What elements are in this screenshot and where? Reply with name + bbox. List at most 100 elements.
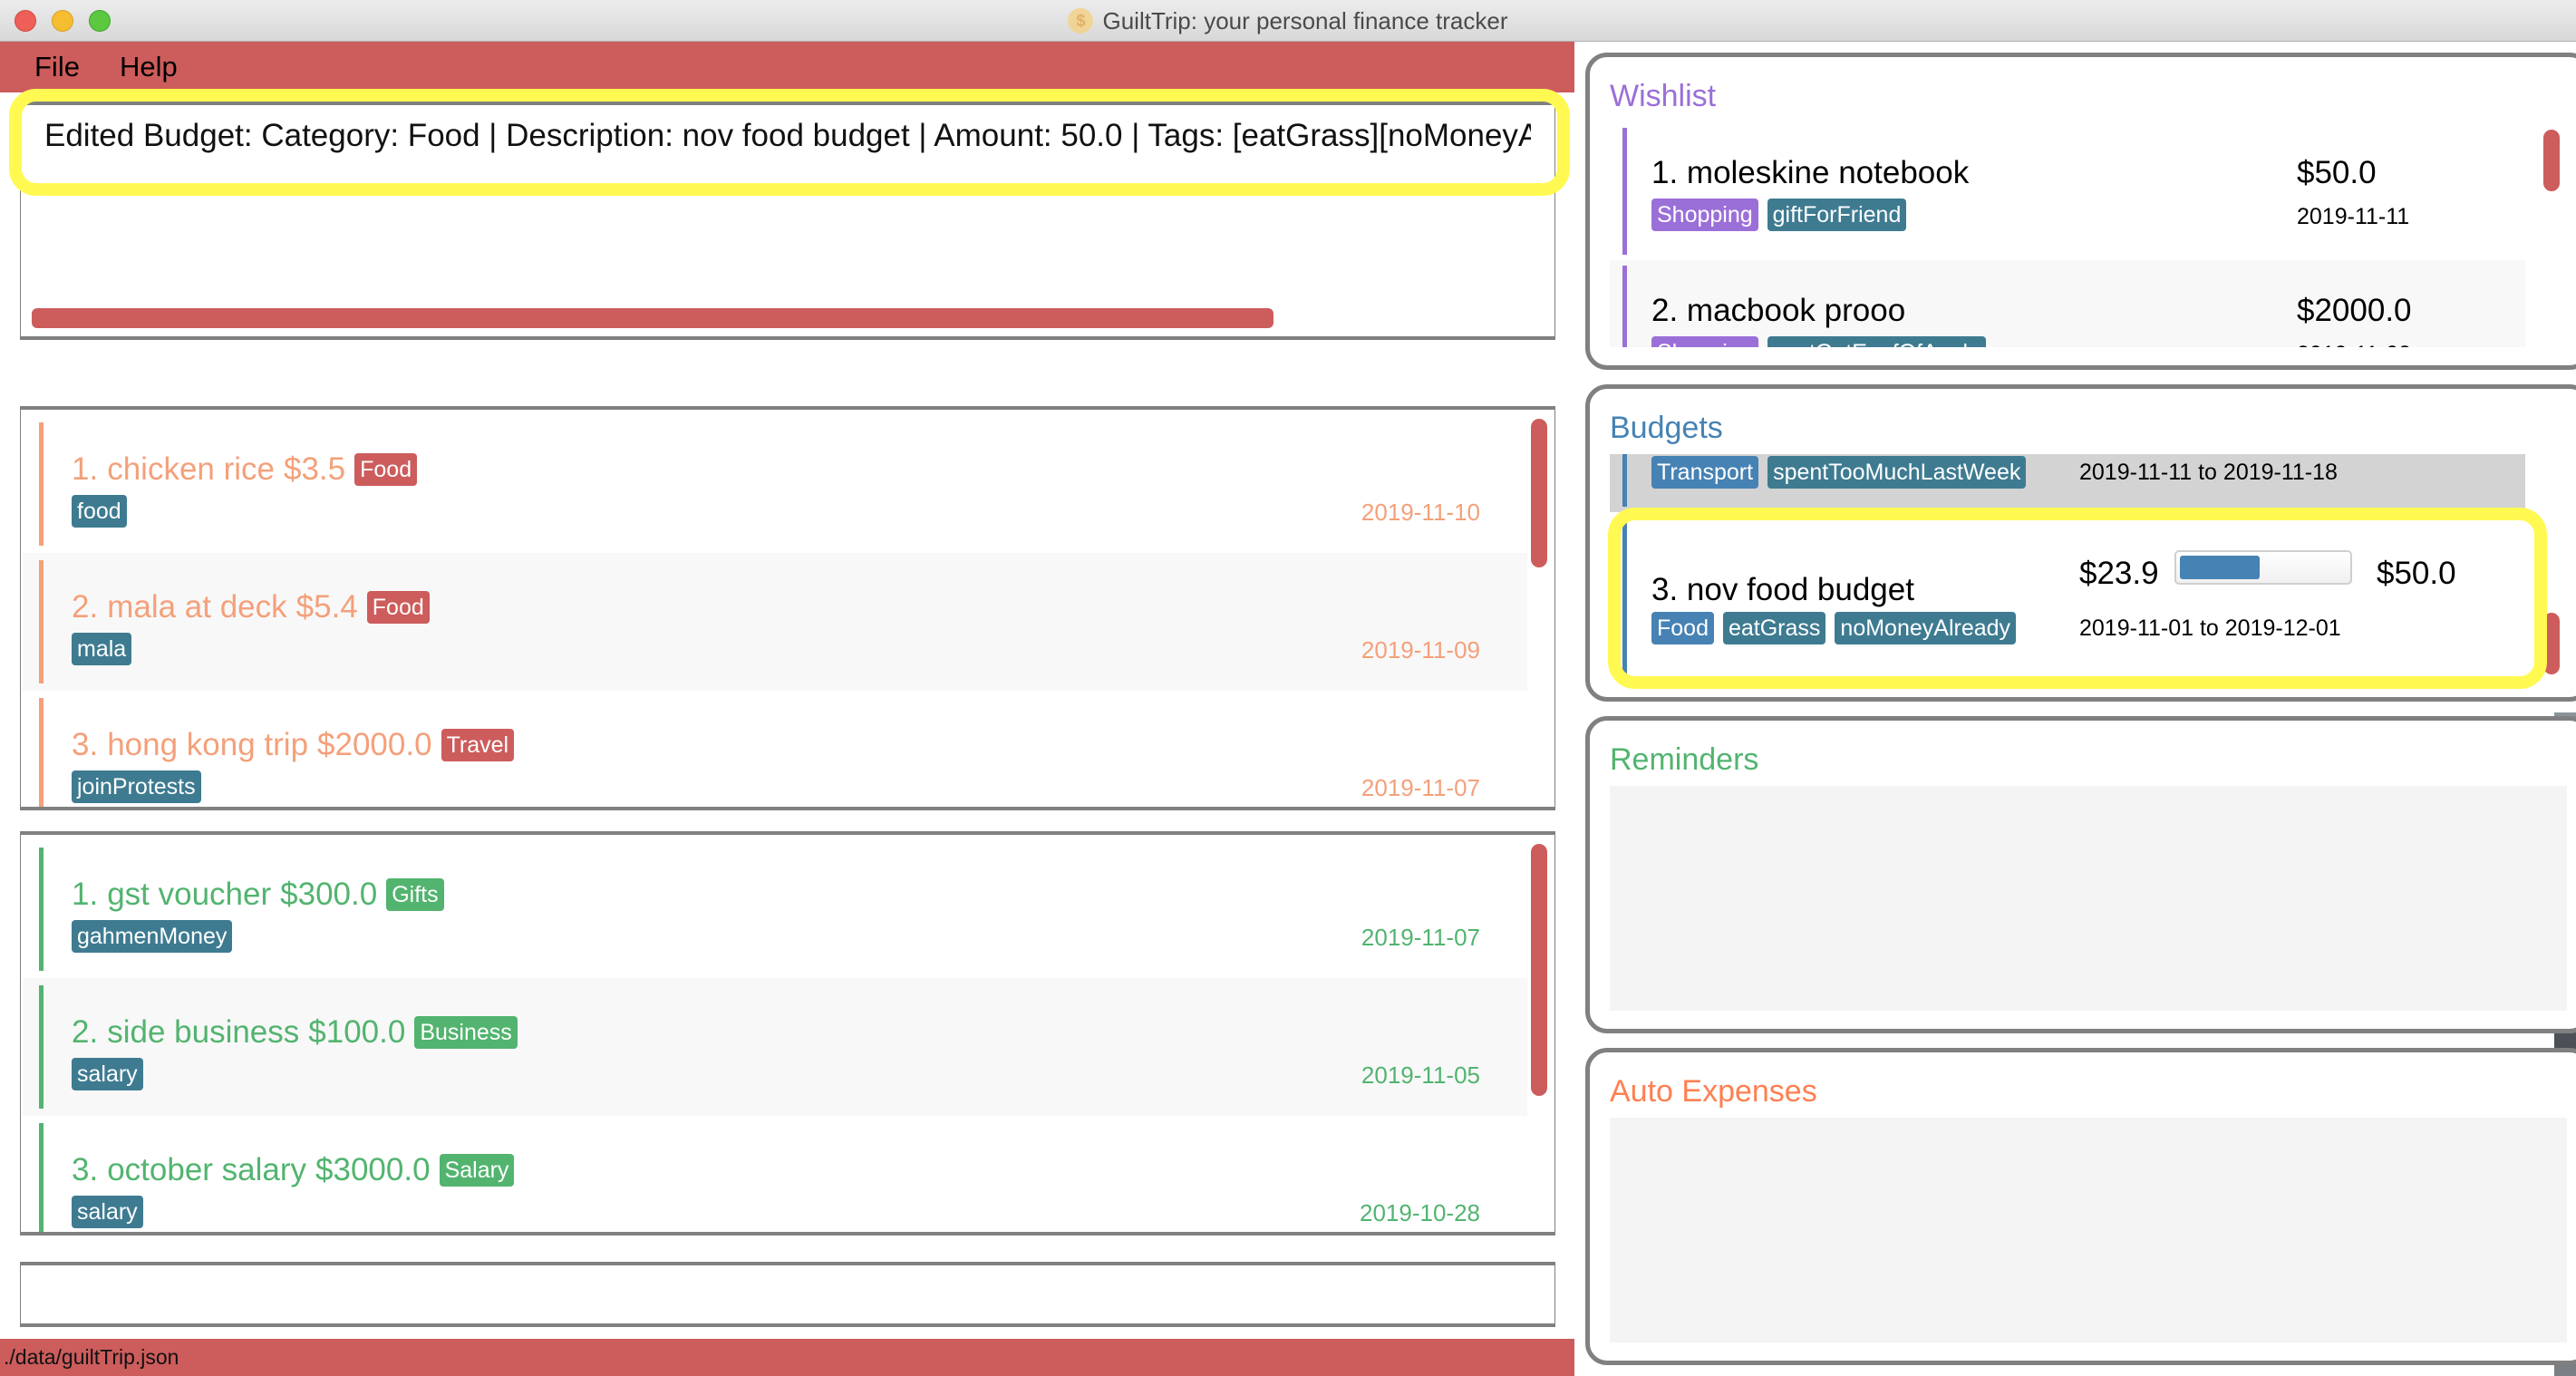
expense-description: chicken rice xyxy=(107,451,275,487)
category-badge: Shopping xyxy=(1651,336,1758,347)
wishlist-item[interactable]: 2. macbook prooo Shopping cantGetEnufOfA… xyxy=(1610,260,2525,347)
income-date: 2019-10-28 xyxy=(1360,1199,1480,1226)
wishlist-item-date: 2019-11-08 xyxy=(2297,342,2442,347)
budgets-scrollbar[interactable] xyxy=(2543,613,2560,674)
income-index: 1. xyxy=(72,877,99,912)
window-title-group: $ GuiltTrip: your personal finance track… xyxy=(0,0,2576,42)
income-list-scrollbar[interactable] xyxy=(1531,844,1547,1096)
income-item[interactable]: 3. october salary $3000.0 Salary salary … xyxy=(23,1116,1527,1232)
wishlist-item-name: 2. macbook prooo xyxy=(1651,293,1906,328)
menu-bar: File Help xyxy=(0,42,1574,92)
budget-progress-fill xyxy=(2180,556,2260,579)
wishlist-accent-bar xyxy=(1622,266,1627,347)
auto-expenses-list xyxy=(1610,1118,2567,1342)
tag-badge: salary xyxy=(72,1196,143,1228)
menu-file[interactable]: File xyxy=(34,51,80,83)
income-index: 2. xyxy=(72,1014,99,1050)
income-tags: salary xyxy=(72,1058,143,1090)
income-accent-bar xyxy=(39,1123,44,1232)
tag-badge: spentTooMuchLastWeek xyxy=(1767,456,2027,489)
income-item[interactable]: 1. gst voucher $300.0 Gifts gahmenMoney … xyxy=(23,840,1527,978)
income-tags: gahmenMoney xyxy=(72,920,233,953)
result-message: Edited Budget: Category: Food | Descript… xyxy=(44,118,1531,153)
wishlist-item-tags: Shopping giftForFriend xyxy=(1651,199,1907,231)
expense-index: 3. xyxy=(72,727,99,762)
title-bar: $ GuiltTrip: your personal finance track… xyxy=(0,0,2576,42)
income-amount: $100.0 xyxy=(308,1014,406,1050)
reminders-list xyxy=(1610,786,2567,1011)
wishlist-item-amount: $2000.0 xyxy=(2297,293,2412,328)
expense-list-scrollbar[interactable] xyxy=(1531,419,1547,567)
budget-accent-bar xyxy=(1622,521,1627,673)
budget-accent-bar xyxy=(1622,454,1627,507)
tag-badge: eatGrass xyxy=(1722,612,1826,644)
expense-amount: $5.4 xyxy=(295,589,358,625)
income-description: gst voucher xyxy=(107,877,272,912)
expense-tags: joinProtests xyxy=(72,770,201,803)
income-item[interactable]: 2. side business $100.0 Business salary … xyxy=(23,978,1527,1116)
expense-date: 2019-11-07 xyxy=(1361,774,1480,801)
income-description: october salary xyxy=(107,1152,307,1187)
category-badge: Shopping xyxy=(1651,199,1758,231)
income-accent-bar xyxy=(39,848,44,971)
budget-item[interactable]: 3. nov food budget $23.9 $50.0 Food eatG… xyxy=(1610,516,2525,679)
budget-limit: $50.0 xyxy=(2377,556,2456,591)
wishlist-item-tags: Shopping cantGetEnufOfApple xyxy=(1651,336,1986,347)
tag-badge: giftForFriend xyxy=(1767,199,1907,231)
expense-index: 1. xyxy=(72,451,99,487)
result-display: Edited Budget: Category: Food | Descript… xyxy=(20,102,1555,340)
category-badge: Food xyxy=(354,453,418,486)
tag-badge: noMoneyAlready xyxy=(1835,612,2017,644)
category-badge: Transport xyxy=(1651,456,1759,489)
expense-list: 1. chicken rice $3.5 Food food 2019-11-1… xyxy=(20,406,1555,810)
wishlist-item-amount: $50.0 xyxy=(2297,155,2377,190)
income-date: 2019-11-07 xyxy=(1361,924,1480,951)
auto-expenses-title: Auto Expenses xyxy=(1610,1074,1817,1109)
expense-item[interactable]: 3. hong kong trip $2000.0 Travel joinPro… xyxy=(23,691,1527,807)
category-badge: Gifts xyxy=(386,878,444,911)
category-badge: Business xyxy=(414,1016,518,1049)
income-date: 2019-11-05 xyxy=(1361,1061,1480,1089)
tag-badge: salary xyxy=(72,1058,143,1090)
tag-badge: food xyxy=(72,495,127,528)
income-index: 3. xyxy=(72,1152,99,1187)
budget-spent: $23.9 xyxy=(2079,556,2159,591)
expense-item[interactable]: 1. chicken rice $3.5 Food food 2019-11-1… xyxy=(23,415,1527,553)
income-accent-bar xyxy=(39,985,44,1109)
budgets-panel: Budgets Transport spentTooMuchLastWeek 2… xyxy=(1585,384,2576,702)
expense-amount: $3.5 xyxy=(284,451,346,487)
result-horizontal-scrollbar[interactable] xyxy=(32,308,1273,328)
tag-badge: mala xyxy=(72,633,132,665)
budget-item-name: 3. nov food budget xyxy=(1651,572,1914,607)
expense-index: 2. xyxy=(72,589,99,625)
budget-period: 2019-11-11 to 2019-11-18 xyxy=(2079,460,2338,485)
wishlist-scrollbar[interactable] xyxy=(2543,130,2560,191)
wishlist-title: Wishlist xyxy=(1610,79,1717,113)
save-file-path: ./data/guiltTrip.json xyxy=(4,1345,179,1369)
coin-icon: $ xyxy=(1068,8,1094,34)
wishlist-item-name: 1. moleskine notebook xyxy=(1651,155,1970,190)
expense-accent-bar xyxy=(39,422,44,546)
expense-description: mala at deck xyxy=(107,589,287,625)
budgets-list: Transport spentTooMuchLastWeek 2019-11-1… xyxy=(1610,454,2567,679)
expense-tags: food xyxy=(72,495,127,528)
reminders-panel: Reminders xyxy=(1585,716,2576,1033)
main-pane: File Help Edited Budget: Category: Food … xyxy=(0,42,1574,1376)
category-badge: Salary xyxy=(439,1154,515,1187)
command-input[interactable] xyxy=(21,1265,1554,1323)
income-amount: $3000.0 xyxy=(315,1152,431,1187)
wishlist-panel: Wishlist 1. moleskine notebook Shopping … xyxy=(1585,53,2576,370)
window-title: GuiltTrip: your personal finance tracker xyxy=(1102,6,1508,34)
expense-accent-bar xyxy=(39,560,44,683)
budget-item-tags: Transport spentTooMuchLastWeek xyxy=(1651,456,2027,489)
wishlist-item[interactable]: 1. moleskine notebook Shopping giftForFr… xyxy=(1610,122,2525,260)
expense-amount: $2000.0 xyxy=(317,727,432,762)
expense-item[interactable]: 2. mala at deck $5.4 Food mala 2019-11-0… xyxy=(23,553,1527,691)
income-list: 1. gst voucher $300.0 Gifts gahmenMoney … xyxy=(20,831,1555,1235)
expense-tags: mala xyxy=(72,633,132,665)
budget-item[interactable]: Transport spentTooMuchLastWeek 2019-11-1… xyxy=(1610,454,2525,512)
income-title: 2. side business $100.0 Business xyxy=(72,1014,518,1051)
menu-help[interactable]: Help xyxy=(120,51,178,83)
category-badge: Food xyxy=(1651,612,1714,644)
income-description: side business xyxy=(107,1014,300,1050)
